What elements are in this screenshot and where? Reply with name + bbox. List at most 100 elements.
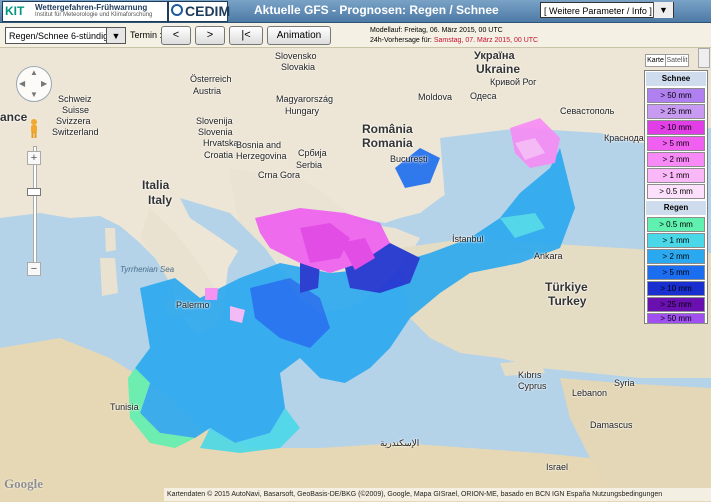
map-canvas bbox=[0, 48, 711, 502]
label-odessa: Одеса bbox=[470, 91, 497, 101]
label-slovenija: Slovenija bbox=[196, 116, 233, 126]
kit-logo-subtext: Institut für Meteorologie und Klimaforsc… bbox=[35, 12, 153, 18]
label-romania: România bbox=[362, 122, 413, 136]
label-schweiz: Schweiz bbox=[58, 94, 92, 104]
map-attribution: Kartendaten © 2015 AutoNavi, Basarsoft, … bbox=[164, 488, 711, 501]
pan-left-icon[interactable]: ◀ bbox=[19, 79, 25, 88]
label-croatia: Croatia bbox=[204, 150, 234, 160]
label-bosnia: Bosnia and bbox=[236, 140, 282, 150]
label-ankara: Ankara bbox=[534, 251, 563, 261]
zoom-out-button[interactable]: − bbox=[27, 262, 41, 276]
map-type-control: Karte Satellit bbox=[645, 54, 689, 67]
label-kibris: Kıbrıs bbox=[518, 370, 542, 380]
cedim-globe-icon bbox=[171, 4, 183, 16]
termin-label: Termin : bbox=[130, 30, 163, 40]
label-syria: Syria bbox=[614, 378, 635, 388]
label-moldova: Moldova bbox=[418, 92, 453, 102]
label-tyrrhenian: Tyrrhenian Sea bbox=[120, 265, 175, 274]
label-alexandria: الإسكندرية bbox=[380, 438, 420, 448]
legend-rain-row: > 10 mm bbox=[647, 281, 705, 296]
label-turkiye: Türkiye bbox=[545, 280, 588, 294]
cedim-logo: CEDIM bbox=[168, 1, 231, 22]
zoom-in-button[interactable]: + bbox=[27, 151, 41, 165]
legend-rain-title: Regen bbox=[646, 201, 706, 215]
sardinia-island bbox=[100, 258, 118, 296]
label-herzegovina: Herzegovina bbox=[236, 151, 287, 161]
label-magyarorszag: Magyarország bbox=[276, 94, 334, 104]
label-serbia: Serbia bbox=[296, 160, 323, 170]
label-sevastopol: Севастополь bbox=[560, 106, 615, 116]
chevron-down-icon[interactable]: ▼ bbox=[653, 2, 673, 18]
label-romania-en: Romania bbox=[362, 136, 413, 150]
legend-rain-row: > 25 mm bbox=[647, 297, 705, 312]
label-damascus: Damascus bbox=[590, 420, 633, 430]
label-israel: Israel bbox=[546, 462, 569, 472]
label-austria: Austria bbox=[193, 86, 222, 96]
map-view[interactable]: Україна Ukraine Кривой Рог Одеса Севасто… bbox=[0, 48, 711, 502]
label-hungary: Hungary bbox=[285, 106, 320, 116]
label-slovensko: Slovensko bbox=[275, 51, 317, 61]
page-title: Aktuelle GFS - Prognosen: Regen / Schnee bbox=[254, 3, 499, 17]
zoom-slider-handle[interactable] bbox=[27, 188, 41, 196]
legend-snow-title: Schnee bbox=[646, 72, 706, 86]
label-lebanon: Lebanon bbox=[572, 388, 608, 398]
label-krivoy-rog: Кривой Рог bbox=[490, 77, 537, 87]
previous-button[interactable]: < bbox=[161, 26, 191, 45]
label-france-edge: ance bbox=[0, 110, 28, 124]
label-hrvatska: Hrvatska bbox=[203, 138, 239, 148]
label-srbija: Србија bbox=[298, 148, 327, 158]
pan-down-icon[interactable]: ▼ bbox=[30, 90, 38, 99]
pegman-icon[interactable] bbox=[29, 119, 39, 139]
legend-snow-row: > 10 mm bbox=[647, 120, 705, 135]
forecast-text: 24h-Vorhersage für: Samstag, 07. März 20… bbox=[370, 36, 538, 46]
label-italy: Italy bbox=[148, 193, 173, 207]
zoom-slider-rail[interactable] bbox=[33, 146, 37, 275]
label-ukraine: Ukraine bbox=[476, 62, 521, 76]
model-run-text: Modellauf: Freitag, 06. März 2015, 00 UT… bbox=[370, 27, 503, 34]
map-type-satellite-button[interactable]: Satellit bbox=[666, 55, 688, 66]
pan-up-icon[interactable]: ▲ bbox=[30, 68, 38, 77]
legend-rain-row: > 1 mm bbox=[647, 233, 705, 248]
label-ukraina: Україна bbox=[474, 50, 515, 62]
legend-rain-row: > 5 mm bbox=[647, 265, 705, 280]
animation-button[interactable]: Animation bbox=[267, 26, 331, 45]
label-istanbul: İstanbul bbox=[452, 234, 484, 244]
label-krasnodar: Краснодар bbox=[604, 133, 649, 143]
label-tunisia: Tunisia bbox=[110, 402, 139, 412]
legend-snow-row: > 2 mm bbox=[647, 152, 705, 167]
label-slovakia: Slovakia bbox=[281, 62, 316, 72]
toolbar: Regen/Schnee 6-stündig ▼ Termin : < > |<… bbox=[0, 23, 711, 48]
label-bucuresti: București bbox=[390, 154, 428, 164]
cedim-logo-text: CEDIM bbox=[185, 3, 231, 19]
first-button[interactable]: |< bbox=[229, 26, 263, 45]
chevron-down-icon[interactable]: ▼ bbox=[106, 27, 126, 44]
label-suisse: Suisse bbox=[62, 105, 90, 115]
legend-snow-row: > 50 mm bbox=[647, 88, 705, 103]
label-switzerland: Switzerland bbox=[52, 127, 99, 137]
label-slovenia: Slovenia bbox=[198, 127, 233, 137]
legend-rain-row: > 2 mm bbox=[647, 249, 705, 264]
label-osterreich: Österreich bbox=[190, 74, 232, 84]
kit-logo-text: Wettergefahren-Frühwarnung bbox=[35, 3, 148, 12]
label-svizzera: Svizzera bbox=[56, 116, 91, 126]
title-bar: KIT Wettergefahren-Frühwarnung Institut … bbox=[0, 0, 711, 23]
run-info: Modellauf: Freitag, 06. März 2015, 00 UT… bbox=[370, 26, 538, 46]
precipitation-legend: Schnee > 50 mm > 25 mm > 10 mm > 5 mm > … bbox=[644, 70, 708, 324]
pan-control[interactable]: ▲ ▼ ◀ ▶ bbox=[16, 66, 52, 102]
label-turkey: Turkey bbox=[548, 294, 587, 308]
label-italia: Italia bbox=[142, 178, 170, 192]
pan-right-icon[interactable]: ▶ bbox=[41, 79, 47, 88]
map-type-map-button[interactable]: Karte bbox=[646, 55, 666, 66]
google-logo: Google bbox=[4, 476, 43, 491]
legend-snow-row: > 1 mm bbox=[647, 168, 705, 183]
legend-snow-row: > 5 mm bbox=[647, 136, 705, 151]
forecast-label: 24h-Vorhersage für: bbox=[370, 37, 432, 44]
label-cyprus: Cyprus bbox=[518, 381, 547, 391]
legend-snow-row: > 0.5 mm bbox=[647, 184, 705, 199]
scrollbar[interactable] bbox=[698, 48, 710, 68]
kit-logo-mark: KIT bbox=[5, 4, 25, 18]
legend-snow-row: > 25 mm bbox=[647, 104, 705, 119]
legend-rain-row: > 0.5 mm bbox=[647, 217, 705, 232]
next-button[interactable]: > bbox=[195, 26, 225, 45]
label-palermo: Palermo bbox=[176, 300, 210, 310]
